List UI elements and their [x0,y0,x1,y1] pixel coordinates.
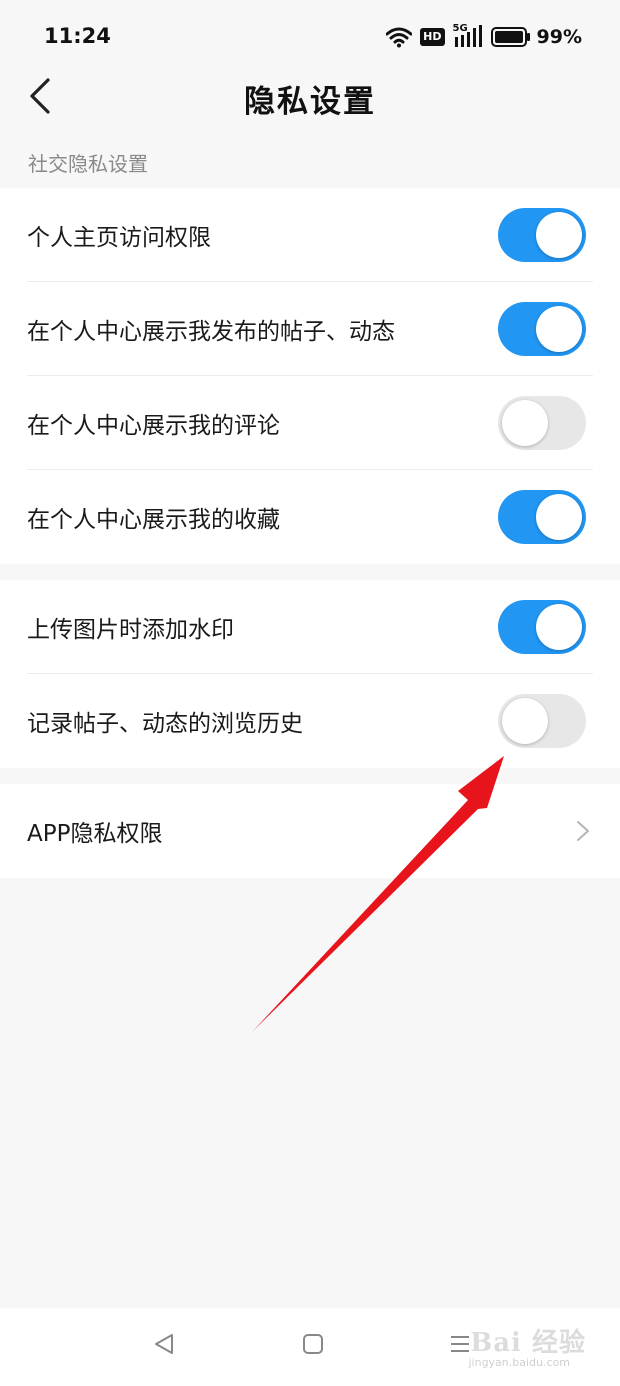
cellular-signal-icon: 5G [453,23,483,49]
square-home-icon [303,1334,323,1354]
status-time: 11:24 [44,24,111,48]
toggle-switch[interactable] [498,490,586,544]
section-label: 社交隐私设置 [28,152,148,176]
setting-row-browse-history[interactable]: 记录帖子、动态的浏览历史 [0,674,620,768]
setting-label: 记录帖子、动态的浏览历史 [27,711,303,737]
toggle-knob [502,400,548,446]
triangle-back-icon [155,1334,173,1354]
battery-icon [490,27,530,47]
setting-label: 在个人中心展示我发布的帖子、动态 [27,319,395,345]
toggle-knob [536,494,582,540]
toggle-knob [536,212,582,258]
battery-percent: 99% [536,26,582,48]
setting-row-show-posts[interactable]: 在个人中心展示我发布的帖子、动态 [0,282,620,376]
app-privacy-group: APP隐私权限 [0,784,620,878]
chevron-right-icon [577,821,589,841]
hd-badge: HD [420,28,445,46]
status-bar: 11:24 HD 5G 99% [0,0,620,76]
status-icons: HD 5G 99% [378,22,582,52]
toggle-switch[interactable] [498,302,586,356]
media-history-group: 上传图片时添加水印 记录帖子、动态的浏览历史 [0,580,620,768]
app-privacy-row[interactable]: APP隐私权限 [0,784,620,878]
setting-label: 上传图片时添加水印 [27,617,234,643]
social-privacy-group: 个人主页访问权限 在个人中心展示我发布的帖子、动态 在个人中心展示我的评论 在个… [0,188,620,564]
setting-row-show-favorites[interactable]: 在个人中心展示我的收藏 [0,470,620,564]
toggle-knob [536,306,582,352]
app-privacy-label: APP隐私权限 [27,821,163,847]
nav-home-button[interactable] [301,1332,325,1360]
menu-lines-icon [451,1336,469,1352]
toggle-switch[interactable] [498,208,586,262]
toggle-knob [502,698,548,744]
setting-label: 在个人中心展示我的评论 [27,413,280,439]
title-bar: 隐私设置 [0,76,620,136]
page-title: 隐私设置 [244,84,376,120]
wifi-icon [386,27,413,48]
setting-label: 个人主页访问权限 [27,225,211,251]
setting-row-watermark[interactable]: 上传图片时添加水印 [0,580,620,674]
setting-label: 在个人中心展示我的收藏 [27,507,280,533]
toggle-switch[interactable] [498,600,586,654]
toggle-knob [536,604,582,650]
setting-row-show-comments[interactable]: 在个人中心展示我的评论 [0,376,620,470]
toggle-switch[interactable] [498,694,586,748]
toggle-switch[interactable] [498,396,586,450]
watermark-url: jingyan.baidu.com [468,1356,570,1369]
setting-row-homepage-access[interactable]: 个人主页访问权限 [0,188,620,282]
nav-back-button[interactable] [152,1332,176,1360]
watermark-logo: Bai 经验 [470,1328,586,1358]
